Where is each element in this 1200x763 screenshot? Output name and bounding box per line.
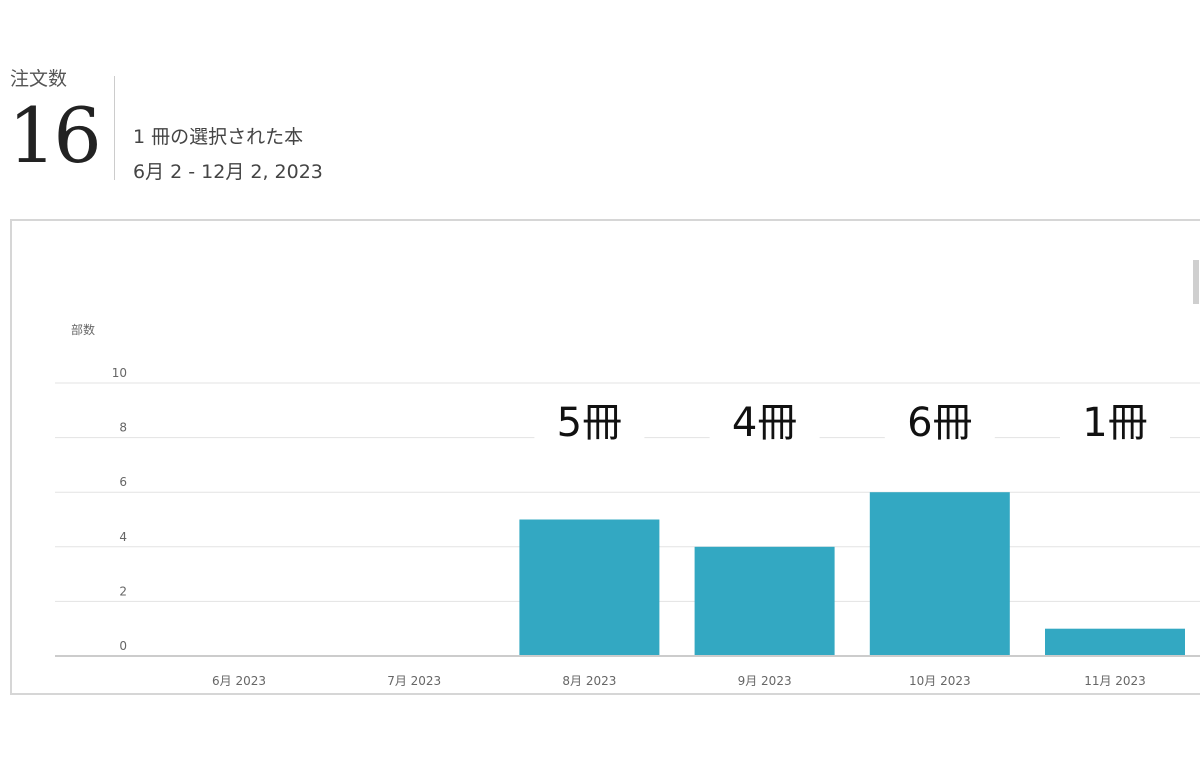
bar-4 [869, 492, 1010, 655]
y-axis-title: 部数 [71, 322, 95, 337]
x-tick-label: 6月 2023 [212, 674, 266, 688]
x-tick-label: 11月 2023 [1084, 674, 1146, 688]
bar-5 [1045, 628, 1185, 655]
bar-annotation: 5冊 [557, 400, 622, 446]
y-tick-label: 4 [119, 530, 127, 544]
x-tick-label: 7月 2023 [387, 674, 441, 688]
bar-annotation: 4冊 [732, 400, 797, 446]
bars [519, 492, 1185, 655]
bar-3 [694, 546, 835, 655]
y-tick-label: 6 [119, 475, 127, 489]
x-tick-label: 9月 2023 [738, 674, 792, 688]
y-tick-label: 10 [112, 366, 127, 380]
bar-annotation: 1冊 [1082, 400, 1147, 446]
orders-bar-chart: 部数 0 2 4 6 8 10 6月 2023 7月 2023 8月 2023 9月 2023 10… [55, 322, 1200, 688]
x-tick-label: 8月 2023 [562, 674, 616, 688]
y-tick-label: 8 [119, 421, 127, 435]
bar-annotation: 6冊 [907, 400, 972, 446]
y-tick-label: 2 [119, 584, 127, 598]
bar-2 [519, 519, 660, 655]
x-tick-label: 10月 2023 [909, 674, 971, 688]
y-tick-label: 0 [119, 639, 127, 653]
